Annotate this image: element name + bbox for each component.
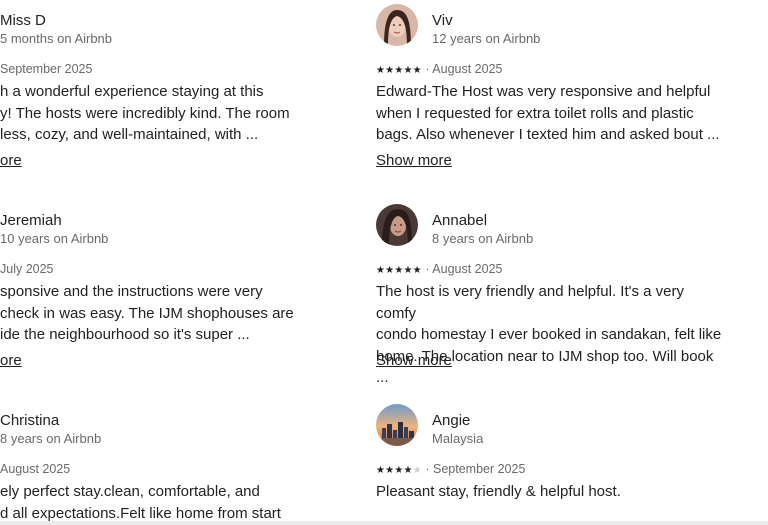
review-line: when I requested for extra toilet rolls … [376,104,694,122]
reviewer-name[interactable]: Miss D [0,12,46,30]
reviewer-tenure: 12 years on Airbnb [432,31,541,46]
show-more-link[interactable]: ore [0,352,22,370]
reviewer-header: Jeremiah 10 years on Airbnb [0,200,336,248]
review-line: less, cozy, and well-maintained, with ..… [0,126,259,143]
review-text: h a wonderful experience staying at this… [0,81,348,146]
show-more-link[interactable]: Show more [376,352,452,370]
review-card: Christina 8 years on Airbnb August 2025 … [0,400,336,522]
reviewer-name[interactable]: Viv [432,12,453,30]
review-line: ide the neighbourhood so it's super ... [0,326,250,343]
review-meta: ★★★★★ · September 2025 [376,462,525,478]
avatar-photo [376,204,418,246]
review-line: Pleasant stay, friendly & helpful host. [376,483,621,500]
review-text: The host is very friendly and helpful. I… [376,281,724,389]
reviewer-header: Viv 12 years on Airbnb [376,0,736,48]
review-line: condo homestay I ever booked in sandakan… [376,326,722,343]
divider [0,521,768,525]
review-meta: ★★★★★ · August 2025 [376,262,502,278]
review-text: Pleasant stay, friendly & helpful host. [376,481,724,503]
review-text: Edward-The Host was very responsive and … [376,81,724,146]
reviewer-tenure: 10 years on Airbnb [0,231,109,246]
review-card: Viv 12 years on Airbnb ★★★★★ · August 20… [376,0,736,169]
review-date: September 2025 [0,62,93,76]
separator: · [425,62,430,76]
review-date: August 2025 [432,62,503,76]
reviewer-tenure: 5 months on Airbnb [0,31,113,46]
reviewer-name[interactable]: Angie [432,412,470,430]
review-line: y! The hosts were incredibly kind. The r… [0,104,290,122]
review-line: bags. Also whenever I texted him and ask… [376,126,720,143]
reviewer-header: Christina 8 years on Airbnb [0,400,336,448]
reviewer-name[interactable]: Annabel [432,212,487,230]
review-line: h a wonderful experience staying at this [0,83,264,100]
reviewer-header: Annabel 8 years on Airbnb [376,200,736,248]
review-card: Annabel 8 years on Airbnb ★★★★★ · August… [376,200,736,386]
review-line: The host is very friendly and helpful. I… [376,283,685,322]
avatar[interactable] [376,4,418,46]
reviewer-tenure: 8 years on Airbnb [0,431,102,446]
review-meta: ★★★★★ · August 2025 [376,62,502,78]
review-date: July 2025 [0,262,54,276]
show-more-link[interactable]: ore [0,152,22,170]
separator: · [425,262,430,276]
star-rating: ★★★★★ [376,65,422,76]
review-text: sponsive and the instructions were very … [0,281,348,346]
reviewer-header: Angie Malaysia [376,400,736,448]
star-rating: ★★★★★ [376,465,422,476]
star-rating: ★★★★★ [376,265,422,276]
separator: · [425,462,430,476]
review-card: Jeremiah 10 years on Airbnb July 2025 sp… [0,200,336,369]
review-date: September 2025 [432,462,526,476]
reviewer-header: Miss D 5 months on Airbnb [0,0,336,48]
avatar[interactable] [376,404,418,446]
reviewer-tenure: 8 years on Airbnb [432,231,534,246]
review-text: ely perfect stay.clean, comfortable, and… [0,481,348,524]
avatar-photo [376,4,418,46]
review-line: ely perfect stay.clean, comfortable, and [0,483,260,500]
show-more-link[interactable]: Show more [376,152,452,170]
reviewer-location: Malaysia [432,431,484,446]
avatar[interactable] [376,204,418,246]
review-date: August 2025 [0,462,71,476]
reviewer-name[interactable]: Jeremiah [0,212,62,230]
avatar-photo [376,404,418,446]
review-card: Angie Malaysia ★★★★★ · September 2025 Pl… [376,400,736,500]
review-line: check in was easy. The IJM shophouses ar… [0,304,294,322]
review-line: Edward-The Host was very responsive and … [376,83,711,100]
review-date: August 2025 [432,262,503,276]
review-card: Miss D 5 months on Airbnb September 2025… [0,0,336,169]
review-line: sponsive and the instructions were very [0,283,263,300]
reviewer-name[interactable]: Christina [0,412,59,430]
